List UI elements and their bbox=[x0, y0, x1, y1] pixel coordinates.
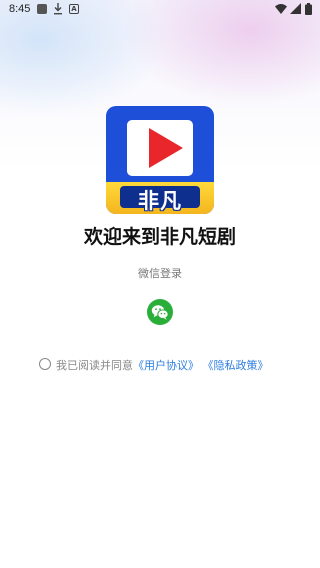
signal-icon bbox=[290, 3, 301, 14]
notification-square-icon bbox=[37, 4, 47, 14]
agreement-prefix: 我已阅读并同意 bbox=[56, 359, 133, 372]
download-icon bbox=[54, 3, 62, 15]
welcome-title: 欢迎来到非凡短剧 bbox=[83, 226, 236, 248]
play-icon bbox=[149, 128, 183, 168]
battery-icon bbox=[305, 3, 312, 15]
wechat-login-label: 微信登录 bbox=[138, 267, 182, 280]
wechat-login-button[interactable] bbox=[147, 299, 173, 325]
logo-text: 非凡 bbox=[138, 189, 182, 213]
a-icon: A bbox=[69, 4, 79, 14]
agreement-text: 我已阅读并同意《用户协议》 《隐私政策》 bbox=[56, 357, 269, 373]
status-time: 8:45 bbox=[9, 3, 31, 15]
page-background bbox=[0, 0, 320, 568]
wifi-icon bbox=[275, 4, 287, 14]
user-agreement-link[interactable]: 《用户协议》 bbox=[133, 359, 199, 372]
status-bar: 8:45 A bbox=[0, 0, 320, 20]
logo-screen bbox=[127, 120, 193, 176]
wechat-icon bbox=[151, 305, 169, 320]
app-logo: 非凡 bbox=[106, 106, 214, 214]
agreement-row: 我已阅读并同意《用户协议》 《隐私政策》 bbox=[39, 357, 299, 373]
privacy-policy-link[interactable]: 《隐私政策》 bbox=[203, 359, 269, 372]
agreement-checkbox[interactable] bbox=[39, 358, 51, 370]
